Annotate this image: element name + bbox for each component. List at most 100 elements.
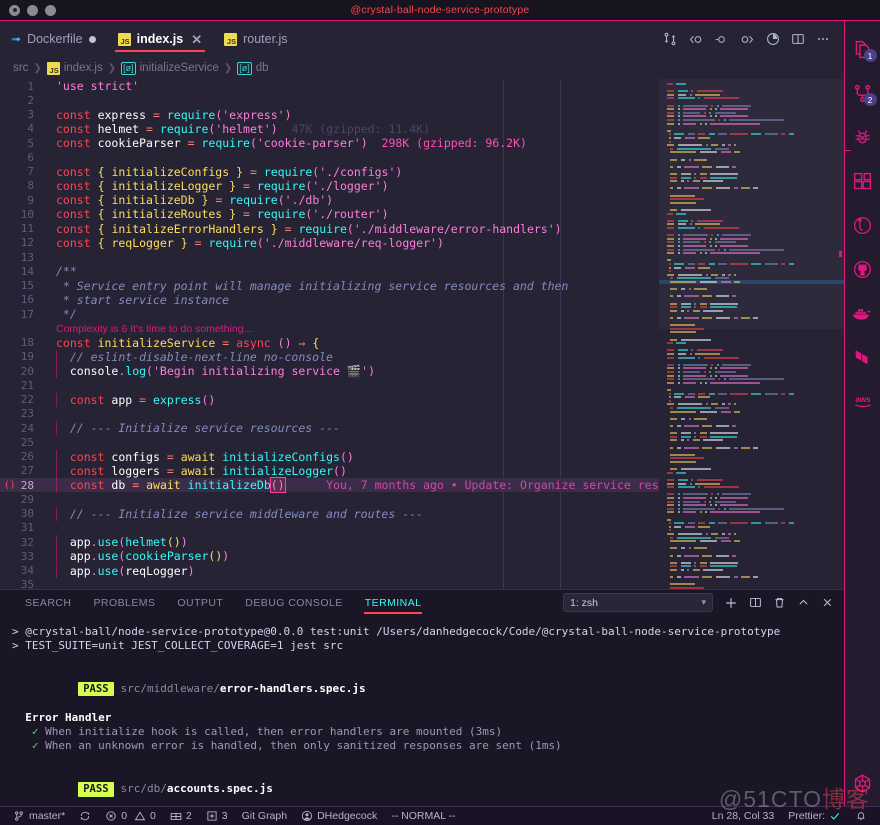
activity-kubernetes[interactable] (845, 766, 880, 806)
chevron-right-icon: ❯ (224, 63, 232, 74)
status-vim-mode[interactable]: -- NORMAL -- (384, 807, 462, 825)
status-account[interactable]: DHedgecock (294, 807, 384, 825)
code-line-active: () 28 const db = await initializeDb() Yo… (0, 478, 659, 492)
code-line: 17 */ (0, 307, 659, 321)
tab-search[interactable]: SEARCH (14, 590, 82, 615)
bell-icon (855, 810, 867, 822)
code-editor[interactable]: 1'use strict' 2 3const express = require… (0, 79, 844, 589)
code-line: 21 (0, 378, 659, 392)
status-prettier[interactable]: Prettier: (781, 807, 848, 825)
code-line: 24 // --- Initialize service resources -… (0, 421, 659, 435)
activity-extensions[interactable] (845, 161, 880, 201)
status-prettier-label: Prettier: (788, 810, 825, 822)
code-line: 10const { initializeRoutes } = require('… (0, 207, 659, 221)
status-bar-right: Ln 28, Col 33 Prettier: (705, 807, 874, 825)
unsaved-indicator-icon (89, 36, 96, 43)
minimap[interactable] (659, 79, 844, 589)
tab-router-js[interactable]: JS router.js (213, 21, 298, 57)
activity-aws[interactable]: aws (845, 381, 880, 421)
split-editor-icon[interactable] (791, 32, 805, 46)
status-warning-count: 0 (150, 810, 156, 822)
activity-bar: 1 2 (844, 21, 880, 806)
status-notifications[interactable] (848, 807, 874, 825)
code-line: 3const express = require('express') (0, 108, 659, 122)
code-lens-complexity[interactable]: Complexity is 6 It's time to do somethin… (56, 323, 252, 335)
chevron-right-icon: ❯ (108, 63, 116, 74)
more-actions-icon[interactable] (816, 32, 830, 46)
javascript-icon: JS (118, 33, 131, 46)
code-line: 19 // eslint-disable-next-line no-consol… (0, 350, 659, 364)
new-terminal-icon[interactable] (724, 596, 738, 610)
tab-output[interactable]: OUTPUT (166, 590, 234, 615)
panel-actions: 1: zsh ▾ (563, 593, 834, 612)
breadcrumb: src ❯ JS index.js ❯ [ø] initializeServic… (0, 57, 844, 79)
tab-label: index.js (137, 32, 184, 46)
tab-dockerfile[interactable]: ➟ Dockerfile (0, 21, 107, 57)
close-icon[interactable]: ✕ (191, 33, 202, 46)
tab-index-js[interactable]: JS index.js ✕ (107, 21, 213, 57)
status-ports[interactable]: 2 (163, 807, 199, 825)
check-icon (829, 810, 841, 822)
activity-docker[interactable] (845, 293, 880, 333)
chevron-down-icon: ▾ (701, 597, 706, 608)
code-line: 30 // --- Initialize service middleware … (0, 507, 659, 521)
badge-count: 2 (864, 93, 877, 106)
previous-change-icon[interactable] (688, 33, 703, 46)
code-line: 5const cookieParser = require('cookie-pa… (0, 136, 659, 150)
activity-run-and-debug[interactable] (845, 117, 880, 157)
code-line: 2 (0, 93, 659, 107)
terminal-selector[interactable]: 1: zsh ▾ (563, 593, 713, 612)
close-panel-icon[interactable] (821, 596, 834, 609)
activity-github[interactable] (845, 249, 880, 289)
tab-terminal[interactable]: TERMINAL (354, 590, 433, 615)
status-sync[interactable] (72, 807, 98, 825)
code-line: 34 app.use(reqLogger) (0, 564, 659, 578)
code-line: 6 (0, 150, 659, 164)
tab-debug-console[interactable]: DEBUG CONSOLE (234, 590, 353, 615)
tab-problems[interactable]: PROBLEMS (82, 590, 166, 615)
activity-explorer[interactable]: 1 (845, 29, 880, 69)
code-line: 9const { initializeDb } = require('./db'… (0, 193, 659, 207)
status-errors-warnings[interactable]: 0 0 (98, 807, 163, 825)
current-change-icon[interactable] (714, 33, 729, 46)
text-cursor: () (270, 477, 286, 493)
editor-tabbar: ➟ Dockerfile JS index.js ✕ JS router.js (0, 21, 844, 57)
maximize-panel-icon[interactable] (797, 596, 810, 609)
symbol-function-icon: [ø] (237, 62, 252, 75)
breadcrumb-item-initializeservice[interactable]: [ø] initializeService (121, 62, 219, 75)
code-line: 23 (0, 407, 659, 421)
code-line: 31 (0, 521, 659, 535)
code-line: 22 const app = express() (0, 393, 659, 407)
terminal-output[interactable]: > @crystal-ball/node-service-prototype@0… (0, 615, 844, 806)
activity-source-control[interactable]: 2 (845, 73, 880, 113)
split-terminal-icon[interactable] (749, 596, 762, 609)
breadcrumb-item-index-js[interactable]: JS index.js (47, 62, 103, 75)
kill-terminal-icon[interactable] (773, 596, 786, 609)
badge-count: 1 (864, 49, 877, 62)
svg-text:aws: aws (855, 395, 871, 404)
status-branch[interactable]: master* (6, 807, 72, 825)
code-line: 29 (0, 492, 659, 506)
git-blame-annotation[interactable]: You, 7 months ago • Update: Organize ser… (326, 478, 659, 492)
code-text-area[interactable]: 1'use strict' 2 3const express = require… (0, 79, 659, 589)
status-cursor-position[interactable]: Ln 28, Col 33 (705, 807, 781, 825)
code-line: 25 (0, 435, 659, 449)
status-git-graph[interactable]: Git Graph (235, 807, 295, 825)
activity-terraform[interactable] (845, 337, 880, 377)
code-line: 20 console.log('Begin initializing servi… (0, 364, 659, 378)
breadcrumb-item-db[interactable]: [ø] db (237, 62, 268, 75)
next-change-icon[interactable] (740, 33, 755, 46)
git-compare-changes-icon[interactable] (663, 32, 677, 46)
status-tests[interactable]: 3 (199, 807, 235, 825)
status-error-count: 0 (121, 810, 127, 822)
activity-gitlens[interactable] (845, 205, 880, 245)
code-line: 12const { reqLogger } = require('./middl… (0, 236, 659, 250)
breadcrumb-label: initializeService (140, 62, 219, 74)
code-line: 26 const configs = await initializeConfi… (0, 450, 659, 464)
panel-header: SEARCH PROBLEMS OUTPUT DEBUG CONSOLE TER… (0, 590, 844, 615)
tab-list: ➟ Dockerfile JS index.js ✕ JS router.js (0, 21, 299, 57)
coverage-gutters-icon[interactable] (766, 32, 780, 46)
status-badge: PASS (78, 782, 113, 796)
code-line: 1'use strict' (0, 79, 659, 93)
breadcrumb-item-src[interactable]: src (13, 62, 28, 74)
